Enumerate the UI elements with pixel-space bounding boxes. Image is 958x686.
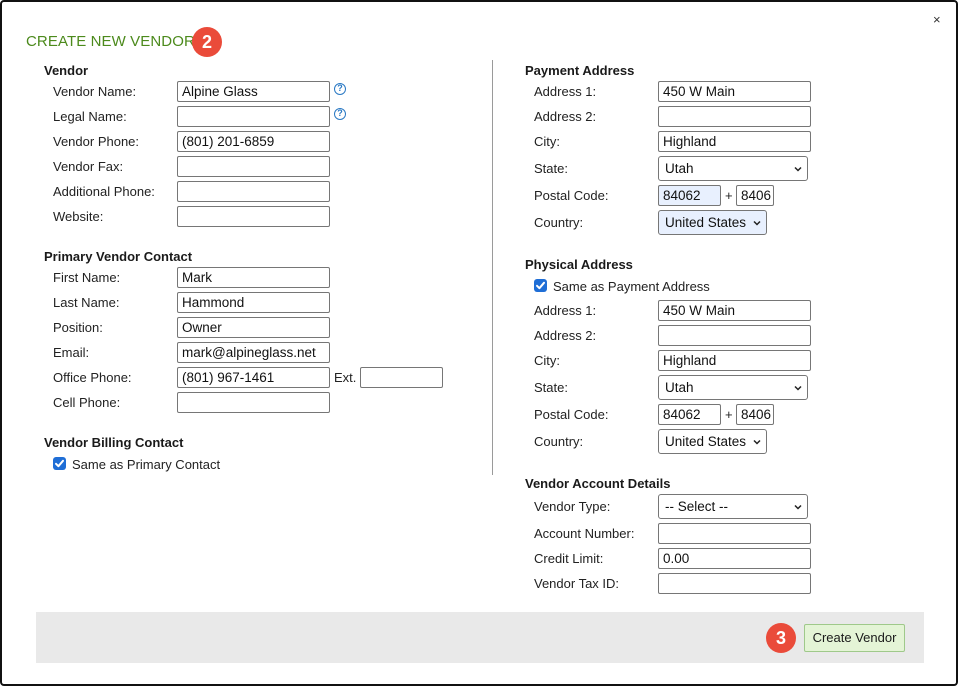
pay-country-select[interactable]: United States — [658, 210, 767, 235]
phys-state-value: Utah — [665, 380, 694, 395]
vendor-name-label: Vendor Name: — [53, 84, 137, 99]
billing-contact-heading: Vendor Billing Contact — [44, 435, 184, 450]
column-divider — [492, 60, 493, 475]
legal-name-input[interactable] — [177, 106, 330, 127]
legal-name-help-icon[interactable]: ? — [334, 108, 346, 120]
phys-postal-input[interactable]: 84062 — [658, 404, 721, 425]
vendor-type-select[interactable]: -- Select -- — [658, 494, 808, 519]
pay-city-label: City: — [534, 134, 560, 149]
vendor-tax-id-label: Vendor Tax ID: — [534, 576, 620, 591]
phys-postal-plus: + — [725, 407, 733, 422]
pay-country-label: Country: — [534, 215, 584, 230]
physical-address-heading: Physical Address — [525, 257, 633, 272]
phys-address2-label: Address 2: — [534, 328, 597, 343]
dialog-title: CREATE NEW VENDOR — [26, 33, 195, 50]
same-as-payment-checkbox[interactable] — [534, 279, 547, 292]
email-input[interactable]: mark@alpineglass.net — [177, 342, 330, 363]
phys-address1-input[interactable]: 450 W Main — [658, 300, 811, 321]
office-phone-label: Office Phone: — [53, 370, 132, 385]
last-name-label: Last Name: — [53, 295, 120, 310]
credit-limit-label: Credit Limit: — [534, 551, 604, 566]
pay-postal-ext-input[interactable]: 8406 — [736, 185, 774, 206]
ext-label: Ext. — [334, 370, 357, 385]
create-vendor-button[interactable]: Create Vendor — [804, 624, 905, 652]
chevron-down-icon — [753, 220, 761, 226]
cell-phone-input[interactable] — [177, 392, 330, 413]
checkmark-icon — [55, 459, 64, 468]
pay-state-select[interactable]: Utah — [658, 156, 808, 181]
same-as-payment-label: Same as Payment Address — [553, 279, 710, 294]
first-name-input[interactable]: Mark — [177, 267, 330, 288]
cell-phone-label: Cell Phone: — [53, 395, 121, 410]
account-number-label: Account Number: — [534, 526, 635, 541]
payment-address-heading: Payment Address — [525, 63, 635, 78]
vendor-tax-id-input[interactable] — [658, 573, 811, 594]
chevron-down-icon — [794, 385, 802, 391]
vendor-name-help-icon[interactable]: ? — [334, 83, 346, 95]
step-badge-3: 3 — [766, 623, 796, 653]
position-input[interactable]: Owner — [177, 317, 330, 338]
additional-phone-input[interactable] — [177, 181, 330, 202]
phys-city-input[interactable]: Highland — [658, 350, 811, 371]
legal-name-label: Legal Name: — [53, 109, 127, 124]
pay-postal-label: Postal Code: — [534, 188, 609, 203]
vendor-phone-input[interactable]: (801) 201-6859 — [177, 131, 330, 152]
close-icon[interactable]: × — [933, 13, 941, 27]
primary-contact-heading: Primary Vendor Contact — [44, 249, 193, 264]
vendor-phone-label: Vendor Phone: — [53, 134, 140, 149]
phys-country-value: United States — [665, 434, 747, 449]
pay-postal-input[interactable]: 84062 — [658, 185, 721, 206]
create-vendor-dialog: × CREATE NEW VENDOR 2 Vendor Vendor Name… — [0, 0, 958, 686]
chevron-down-icon — [794, 166, 802, 172]
phys-postal-label: Postal Code: — [534, 407, 609, 422]
pay-city-input[interactable]: Highland — [658, 131, 811, 152]
first-name-label: First Name: — [53, 270, 121, 285]
pay-address2-label: Address 2: — [534, 109, 597, 124]
phys-address1-label: Address 1: — [534, 303, 597, 318]
pay-address1-input[interactable]: 450 W Main — [658, 81, 811, 102]
website-input[interactable] — [177, 206, 330, 227]
email-label: Email: — [53, 345, 90, 360]
additional-phone-label: Additional Phone: — [53, 184, 155, 199]
step-badge-2: 2 — [192, 27, 222, 57]
pay-address1-label: Address 1: — [534, 84, 597, 99]
phys-state-select[interactable]: Utah — [658, 375, 808, 400]
pay-address2-input[interactable] — [658, 106, 811, 127]
vendor-type-value: -- Select -- — [665, 499, 729, 514]
chevron-down-icon — [753, 439, 761, 445]
pay-state-value: Utah — [665, 161, 694, 176]
vendor-fax-label: Vendor Fax: — [53, 159, 124, 174]
phys-city-label: City: — [534, 353, 560, 368]
phys-country-select[interactable]: United States — [658, 429, 767, 454]
office-phone-input[interactable]: (801) 967-1461 — [177, 367, 330, 388]
vendor-name-input[interactable]: Alpine Glass — [177, 81, 330, 102]
phys-country-label: Country: — [534, 434, 584, 449]
ext-input[interactable] — [360, 367, 443, 388]
same-as-primary-checkbox[interactable] — [53, 457, 66, 470]
pay-postal-plus: + — [725, 188, 733, 203]
same-as-primary-label: Same as Primary Contact — [72, 457, 221, 472]
vendor-fax-input[interactable] — [177, 156, 330, 177]
pay-country-value: United States — [665, 215, 747, 230]
pay-state-label: State: — [534, 161, 568, 176]
checkmark-icon — [536, 281, 545, 290]
vendor-type-label: Vendor Type: — [534, 499, 611, 514]
vendor-heading: Vendor — [44, 63, 89, 78]
website-label: Website: — [53, 209, 104, 224]
account-number-input[interactable] — [658, 523, 811, 544]
phys-postal-ext-input[interactable]: 8406 — [736, 404, 774, 425]
credit-limit-input[interactable]: 0.00 — [658, 548, 811, 569]
phys-state-label: State: — [534, 380, 568, 395]
chevron-down-icon — [794, 504, 802, 510]
last-name-input[interactable]: Hammond — [177, 292, 330, 313]
phys-address2-input[interactable] — [658, 325, 811, 346]
account-details-heading: Vendor Account Details — [525, 476, 671, 491]
position-label: Position: — [53, 320, 103, 335]
